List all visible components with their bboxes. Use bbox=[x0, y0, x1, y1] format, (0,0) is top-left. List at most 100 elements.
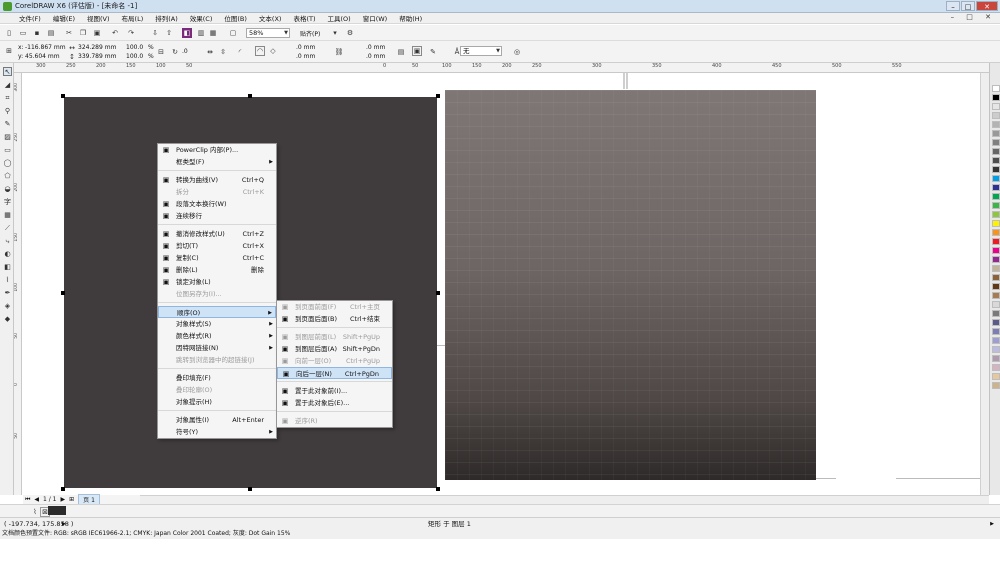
selection-handle[interactable] bbox=[436, 94, 440, 98]
order-submenu-item[interactable]: ▣ 向后一层(N) Ctrl+PgDn bbox=[277, 367, 392, 379]
color-swatch[interactable] bbox=[992, 130, 1000, 137]
x-position-field[interactable]: -116.867 mm bbox=[25, 44, 66, 51]
chevron-down-icon[interactable]: ▾ bbox=[330, 28, 340, 38]
context-menu-item[interactable]: ▣ 复制(C) Ctrl+C bbox=[158, 252, 276, 264]
menu-view[interactable]: 视图(V) bbox=[81, 13, 116, 23]
color-swatch[interactable] bbox=[992, 292, 1000, 299]
context-menu-item[interactable]: ▣ 转换为曲线(V) Ctrl+Q bbox=[158, 174, 276, 186]
context-menu-item[interactable]: ▣ 连续移行 bbox=[158, 210, 276, 222]
publish-pdf-icon[interactable]: ▦ bbox=[208, 28, 218, 38]
color-swatch[interactable] bbox=[992, 193, 1000, 200]
context-menu-item[interactable]: 符号(Y) ▶ bbox=[158, 426, 276, 438]
outline-pen-icon[interactable]: ✎ bbox=[428, 47, 438, 57]
vertical-scrollbar[interactable] bbox=[980, 73, 989, 495]
next-page-icon[interactable]: ▶ bbox=[61, 496, 66, 503]
color-swatch[interactable] bbox=[992, 157, 1000, 164]
freehand-tool-icon[interactable]: ✎ bbox=[3, 120, 12, 129]
scale-y-field[interactable]: 100.0 bbox=[126, 53, 143, 60]
shape-tool-icon[interactable]: ◢ bbox=[3, 81, 12, 90]
dimension-tool-icon[interactable]: ⟋ bbox=[3, 224, 12, 233]
outline-width-bottom-field[interactable]: .0 mm bbox=[366, 53, 385, 60]
eyedropper-icon[interactable]: ⌇ bbox=[30, 507, 40, 517]
color-swatch[interactable] bbox=[992, 121, 1000, 128]
corner-radius-bottom-field[interactable]: .0 mm bbox=[296, 53, 315, 60]
color-swatch[interactable] bbox=[992, 229, 1000, 236]
ellipse-tool-icon[interactable]: ◯ bbox=[3, 159, 12, 168]
full-screen-preview-icon[interactable]: ▢ bbox=[228, 28, 238, 38]
undo-icon[interactable]: ↶ bbox=[110, 28, 120, 38]
copy-icon[interactable]: ❐ bbox=[78, 28, 88, 38]
color-swatch[interactable] bbox=[992, 355, 1000, 362]
color-swatch[interactable] bbox=[992, 238, 1000, 245]
order-submenu-item[interactable]: ▣ 到图层后面(A) Shift+PgDn bbox=[277, 343, 392, 355]
height-field[interactable]: 339.789 mm bbox=[78, 53, 116, 60]
fill-tool-icon[interactable]: ◈ bbox=[3, 302, 12, 311]
color-swatch[interactable] bbox=[992, 184, 1000, 191]
color-swatch[interactable] bbox=[992, 328, 1000, 335]
fill-color-swatch[interactable] bbox=[48, 506, 66, 515]
horizontal-scrollbar[interactable] bbox=[140, 495, 989, 504]
snap-to-dropdown[interactable]: 贴齐(P) bbox=[300, 29, 320, 38]
selection-handle[interactable] bbox=[248, 94, 252, 98]
color-swatch[interactable] bbox=[992, 337, 1000, 344]
maximize-button[interactable]: □ bbox=[961, 1, 975, 11]
color-swatch[interactable] bbox=[992, 283, 1000, 290]
color-swatch[interactable] bbox=[992, 373, 1000, 380]
menu-bitmaps[interactable]: 位图(B) bbox=[218, 13, 253, 23]
color-swatch[interactable] bbox=[992, 265, 1000, 272]
export-icon[interactable]: ⇧ bbox=[164, 28, 174, 38]
menu-text[interactable]: 文本(X) bbox=[253, 13, 288, 23]
order-submenu-item[interactable]: ▣ 置于此对象前(I)... bbox=[277, 385, 392, 397]
color-swatch[interactable] bbox=[992, 103, 1000, 110]
gradient-bitmap-object[interactable] bbox=[445, 90, 816, 480]
color-swatch[interactable] bbox=[992, 85, 1000, 92]
relative-corner-icon[interactable]: ▣ bbox=[412, 46, 422, 56]
menu-window[interactable]: 窗口(W) bbox=[357, 13, 394, 23]
color-swatch[interactable] bbox=[992, 202, 1000, 209]
color-swatch[interactable] bbox=[992, 364, 1000, 371]
cut-icon[interactable]: ✂ bbox=[64, 28, 74, 38]
corner-radius-top-field[interactable]: .0 mm bbox=[296, 44, 315, 51]
selection-handle[interactable] bbox=[248, 487, 252, 491]
mirror-horizontal-icon[interactable]: ⇹ bbox=[205, 47, 215, 57]
color-swatch[interactable] bbox=[992, 319, 1000, 326]
zoom-tool-icon[interactable]: ⚲ bbox=[3, 107, 12, 116]
context-menu-item[interactable]: 框类型(F) ▶ bbox=[158, 156, 276, 168]
order-submenu-item[interactable]: ▣ 置于此对象后(E)... bbox=[277, 397, 392, 409]
mirror-vertical-icon[interactable]: ⇳ bbox=[218, 47, 228, 57]
selection-handle[interactable] bbox=[61, 94, 65, 98]
transparency-tool-icon[interactable]: ◧ bbox=[3, 263, 12, 272]
eyedropper-tool-icon[interactable]: ⌇ bbox=[3, 276, 12, 285]
polygon-tool-icon[interactable]: ⬠ bbox=[3, 172, 12, 181]
interactive-fill-icon[interactable]: ◆ bbox=[3, 315, 12, 324]
color-swatch[interactable] bbox=[992, 382, 1000, 389]
color-swatch[interactable] bbox=[992, 148, 1000, 155]
redo-icon[interactable]: ↷ bbox=[126, 28, 136, 38]
scale-x-field[interactable]: 100.0 bbox=[126, 44, 143, 51]
context-menu-item[interactable]: 顺序(O) ▶ bbox=[158, 306, 276, 318]
color-profile-text[interactable]: 文档颜色预置文件: RGB: sRGB IEC61966-2.1; CMYK: … bbox=[2, 529, 290, 539]
crop-tool-icon[interactable]: ⌗ bbox=[3, 94, 12, 103]
order-submenu-item[interactable]: ▣ 到页面后面(B) Ctrl+结束 bbox=[277, 313, 392, 325]
color-swatch[interactable] bbox=[992, 112, 1000, 119]
blend-tool-icon[interactable]: ◐ bbox=[3, 250, 12, 259]
menu-layout[interactable]: 布局(L) bbox=[116, 13, 150, 23]
scallop-corner-icon[interactable]: ◠ bbox=[255, 46, 265, 56]
menu-file[interactable]: 文件(F) bbox=[13, 13, 47, 23]
color-swatch[interactable] bbox=[992, 139, 1000, 146]
context-menu-item[interactable]: ▣ 删除(L) 删除 bbox=[158, 264, 276, 276]
menu-help[interactable]: 帮助(H) bbox=[393, 13, 428, 23]
round-corner-icon[interactable]: ◜ bbox=[235, 47, 245, 57]
color-swatch[interactable] bbox=[992, 346, 1000, 353]
selection-handle[interactable] bbox=[61, 487, 65, 491]
chamfer-corner-icon[interactable]: ◇ bbox=[268, 46, 278, 56]
y-position-field[interactable]: 45.604 mm bbox=[25, 53, 60, 60]
menu-table[interactable]: 表格(T) bbox=[287, 13, 321, 23]
width-field[interactable]: 324.289 mm bbox=[78, 44, 116, 51]
object-origin-icon[interactable]: ⊞ bbox=[4, 46, 14, 56]
print-icon[interactable]: ▤ bbox=[46, 28, 56, 38]
first-page-icon[interactable]: ⏮ bbox=[25, 496, 30, 504]
context-menu-item[interactable]: ▣ 段落文本换行(W) bbox=[158, 198, 276, 210]
convert-to-curves-icon[interactable]: ◎ bbox=[512, 47, 522, 57]
color-swatch[interactable] bbox=[992, 301, 1000, 308]
